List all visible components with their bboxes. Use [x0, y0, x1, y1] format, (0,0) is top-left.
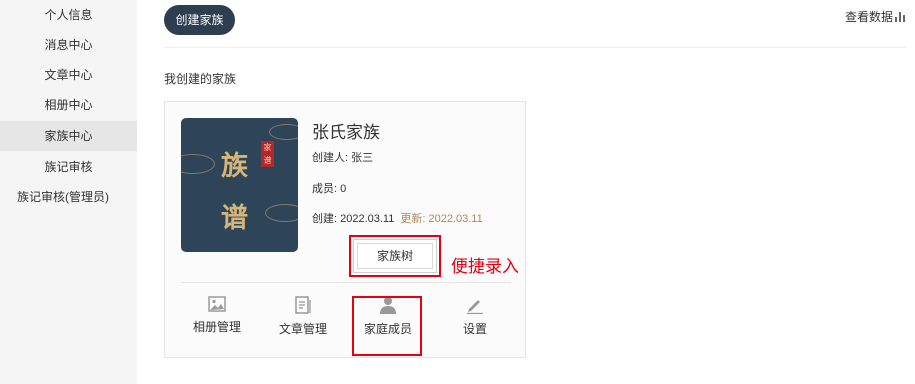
sidebar-item-family-center[interactable]: 家族中心 — [0, 121, 137, 151]
sidebar-item-label: 文章中心 — [44, 68, 93, 82]
sidebar: 个人信息 消息中心 文章中心 相册中心 家族中心 族记审核 族记审核(管理员) — [0, 0, 137, 384]
cloud-decoration — [265, 204, 298, 222]
sidebar-item-articles[interactable]: 文章中心 — [0, 60, 137, 90]
article-manage-label: 文章管理 — [278, 322, 327, 336]
created-date: 创建: 2022.03.11 — [312, 213, 395, 225]
sidebar-item-personal-info[interactable]: 个人信息 — [0, 0, 137, 30]
cover-seal: 家谱 — [261, 141, 274, 167]
family-name: 张氏家族 — [312, 123, 380, 142]
album-manage-button[interactable]: 相册管理 — [189, 296, 245, 335]
quick-entry-annotation: 便捷录入 — [451, 257, 519, 277]
pencil-icon — [467, 300, 483, 314]
cover-char-zu: 族 — [221, 151, 248, 182]
cover-char-pu: 谱 — [221, 203, 248, 234]
image-icon — [208, 296, 226, 312]
family-creator: 创建人: 张三 — [312, 152, 374, 164]
album-manage-label: 相册管理 — [192, 320, 241, 334]
card-divider — [181, 282, 511, 283]
settings-label: 设置 — [462, 322, 487, 336]
family-card: 族 谱 家谱 张氏家族 创建人: 张三 成员: 0 创建: 2022.03.11… — [164, 101, 526, 358]
cloud-decoration — [269, 124, 298, 140]
header-divider — [164, 47, 906, 48]
highlight-box — [349, 235, 441, 277]
sidebar-item-records-review[interactable]: 族记审核 — [0, 152, 137, 182]
updated-date: 更新: 2022.03.11 — [400, 213, 483, 225]
sidebar-item-records-review-admin[interactable]: 族记审核(管理员) — [0, 182, 137, 212]
highlight-box — [352, 296, 422, 356]
family-cover-image[interactable]: 族 谱 家谱 — [181, 118, 298, 252]
sidebar-item-label: 相册中心 — [44, 98, 93, 112]
view-data-label: 查看数据 — [844, 10, 893, 24]
document-icon — [295, 296, 311, 314]
sidebar-item-messages[interactable]: 消息中心 — [0, 30, 137, 60]
sidebar-item-label: 族记审核(管理员) — [17, 190, 109, 204]
sidebar-item-label: 消息中心 — [44, 38, 93, 52]
create-family-button[interactable]: 创建家族 — [164, 5, 235, 35]
family-members: 成员: 0 — [312, 183, 347, 195]
sidebar-item-label: 家族中心 — [44, 129, 93, 143]
section-title: 我创建的家族 — [164, 72, 237, 86]
cloud-decoration — [181, 154, 215, 174]
view-data-link[interactable]: 查看数据 — [845, 8, 905, 25]
bar-chart-icon — [895, 12, 905, 22]
article-manage-button[interactable]: 文章管理 — [275, 296, 331, 337]
family-dates: 创建: 2022.03.11 更新: 2022.03.11 — [312, 210, 483, 226]
settings-button[interactable]: 设置 — [447, 296, 503, 337]
sidebar-item-albums[interactable]: 相册中心 — [0, 90, 137, 120]
sidebar-item-label: 个人信息 — [44, 8, 93, 22]
sidebar-item-label: 族记审核 — [44, 160, 93, 174]
